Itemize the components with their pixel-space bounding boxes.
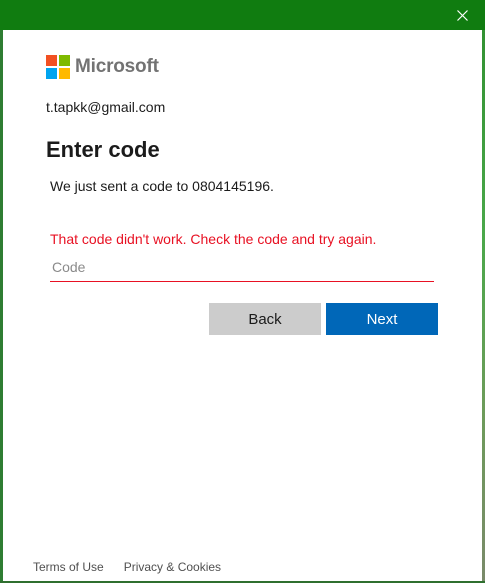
logo-square-blue [46, 68, 57, 79]
footer: Terms of Use Privacy & Cookies [33, 560, 221, 574]
logo-square-red [46, 55, 57, 66]
error-message: That code didn't work. Check the code an… [50, 231, 377, 247]
code-input[interactable] [50, 252, 434, 282]
microsoft-logo-icon [46, 55, 70, 79]
privacy-cookies-link[interactable]: Privacy & Cookies [124, 560, 221, 574]
desktop-background-left [0, 0, 3, 583]
brand-name: Microsoft [75, 56, 159, 77]
next-button[interactable]: Next [326, 303, 438, 335]
code-sent-description: We just sent a code to 0804145196. [50, 178, 274, 194]
close-button[interactable] [439, 0, 485, 30]
close-icon [456, 9, 468, 21]
title-bar [0, 0, 485, 30]
logo-square-green [59, 55, 70, 66]
terms-of-use-link[interactable]: Terms of Use [33, 560, 104, 574]
logo-square-yellow [59, 68, 70, 79]
page-title: Enter code [46, 137, 160, 162]
microsoft-logo: Microsoft [46, 55, 159, 79]
back-button[interactable]: Back [209, 303, 321, 335]
account-email: t.tapkk@gmail.com [46, 99, 166, 115]
